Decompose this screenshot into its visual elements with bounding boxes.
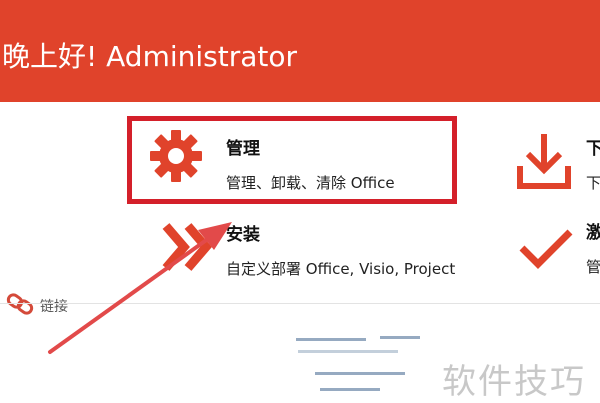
watermark: 软件技巧	[442, 362, 586, 402]
annotation-arrow	[48, 222, 232, 354]
